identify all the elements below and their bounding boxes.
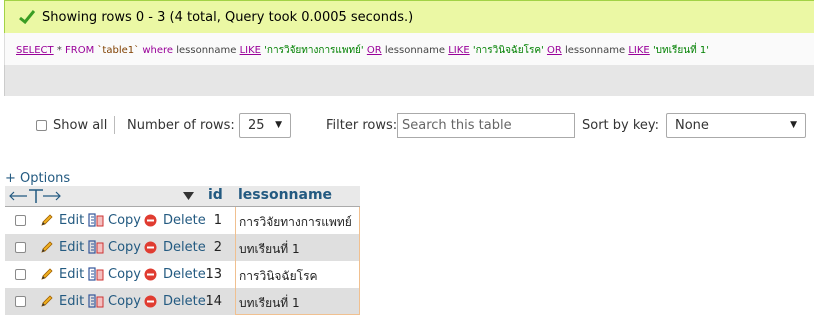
table-row: Edit Copy Delete 1 การวิจัยทางการแพทย์ — [5, 207, 360, 234]
sql-query-box: SELECT * FROM `table1` where lessonname … — [4, 33, 814, 65]
sql-star: * — [56, 45, 62, 56]
sql-keyword-like[interactable]: LIKE — [448, 45, 469, 56]
cell-lessonname[interactable]: บทเรียนที่ 1 — [235, 288, 360, 315]
show-all-checkbox[interactable] — [36, 120, 47, 131]
sql-keyword-where: where — [142, 45, 174, 56]
row-checkbox[interactable] — [15, 242, 26, 253]
resize-columns-icon[interactable] — [9, 189, 61, 203]
pencil-icon[interactable] — [40, 267, 54, 281]
sql-column: lessonname — [176, 45, 237, 56]
number-of-rows-value: 25 — [248, 118, 265, 133]
delete-icon[interactable] — [144, 214, 157, 227]
checkmark-icon — [19, 10, 35, 24]
sql-keyword-from: FROM — [65, 45, 95, 56]
number-of-rows-select[interactable]: 25 ▼ — [239, 113, 291, 138]
copy-icon[interactable] — [88, 239, 105, 255]
column-header-lessonname[interactable]: lessonname — [238, 187, 332, 203]
cell-lessonname-text: การวิจัยทางการแพทย์ — [239, 215, 352, 229]
sql-keyword-like[interactable]: LIKE — [240, 45, 261, 56]
pencil-icon[interactable] — [40, 240, 54, 254]
sql-query: SELECT * FROM `table1` where lessonname … — [16, 43, 709, 58]
delete-icon[interactable] — [144, 241, 157, 254]
column-header-id[interactable]: id — [208, 187, 223, 203]
copy-icon[interactable] — [88, 212, 105, 228]
divider — [114, 116, 115, 134]
sql-column: lessonname — [564, 45, 626, 56]
success-message-text: Showing rows 0 - 3 (4 total, Query took … — [42, 10, 414, 25]
query-toolbar — [4, 65, 814, 96]
row-checkbox[interactable] — [15, 296, 26, 307]
sort-by-key-select[interactable]: None ▼ — [666, 113, 806, 138]
sql-column: lessonname — [384, 45, 446, 56]
cell-lessonname-text: การวินิจฉัยโรค — [239, 269, 318, 283]
row-checkbox[interactable] — [15, 269, 26, 280]
number-of-rows-label: Number of rows: — [127, 118, 235, 133]
chevron-down-icon: ▼ — [790, 120, 797, 130]
copy-icon[interactable] — [88, 266, 105, 282]
sort-by-key-value: None — [675, 118, 709, 133]
filter-rows-label: Filter rows: — [326, 118, 398, 133]
cell-id: 13 — [205, 267, 222, 282]
copy-icon[interactable] — [88, 293, 105, 309]
copy-link[interactable]: Copy — [108, 240, 141, 255]
sql-keyword-or[interactable]: OR — [547, 45, 562, 56]
delete-icon[interactable] — [144, 268, 157, 281]
edit-link[interactable]: Edit — [59, 294, 84, 309]
success-message: Showing rows 0 - 3 (4 total, Query took … — [4, 0, 814, 34]
sql-string: 'การวินิจฉัยโรค' — [472, 45, 544, 56]
table-row: Edit Copy Delete 13 การวินิจฉัยโรค — [5, 261, 360, 288]
cell-lessonname-text: บทเรียนที่ 1 — [239, 296, 300, 310]
cell-lessonname-text: บทเรียนที่ 1 — [239, 242, 300, 256]
copy-link[interactable]: Copy — [108, 294, 141, 309]
sort-by-key-label: Sort by key: — [582, 118, 660, 133]
copy-link[interactable]: Copy — [108, 213, 141, 228]
cell-id: 14 — [205, 294, 222, 309]
sql-table: `table1` — [97, 45, 140, 56]
sql-string: 'บทเรียนที่ 1' — [652, 45, 709, 56]
pencil-icon[interactable] — [40, 213, 54, 227]
sort-dropdown-icon[interactable] — [183, 192, 194, 200]
cell-lessonname[interactable]: การวินิจฉัยโรค — [235, 261, 360, 288]
cell-id: 2 — [213, 240, 222, 255]
options-link[interactable]: + Options — [5, 171, 70, 186]
table-header: id lessonname — [5, 186, 360, 207]
filter-rows-input[interactable] — [397, 113, 575, 138]
chevron-down-icon: ▼ — [275, 120, 282, 130]
edit-link[interactable]: Edit — [59, 213, 84, 228]
sql-string: 'การวิจัยทางการแพทย์' — [264, 45, 364, 56]
show-all-label[interactable]: Show all — [53, 118, 107, 133]
delete-icon[interactable] — [144, 295, 157, 308]
copy-link[interactable]: Copy — [108, 267, 141, 282]
cell-lessonname[interactable]: บทเรียนที่ 1 — [235, 234, 360, 261]
table-row: Edit Copy Delete 2 บทเรียนที่ 1 — [5, 234, 360, 261]
cell-id: 1 — [213, 213, 222, 228]
row-checkbox[interactable] — [15, 215, 26, 226]
sql-keyword-or[interactable]: OR — [367, 45, 382, 56]
edit-link[interactable]: Edit — [59, 240, 84, 255]
table-row: Edit Copy Delete 14 บทเรียนที่ 1 — [5, 288, 360, 315]
pencil-icon[interactable] — [40, 294, 54, 308]
edit-link[interactable]: Edit — [59, 267, 84, 282]
sql-keyword-like[interactable]: LIKE — [628, 45, 649, 56]
sql-keyword-select[interactable]: SELECT — [16, 45, 54, 56]
cell-lessonname[interactable]: การวิจัยทางการแพทย์ — [235, 207, 360, 234]
